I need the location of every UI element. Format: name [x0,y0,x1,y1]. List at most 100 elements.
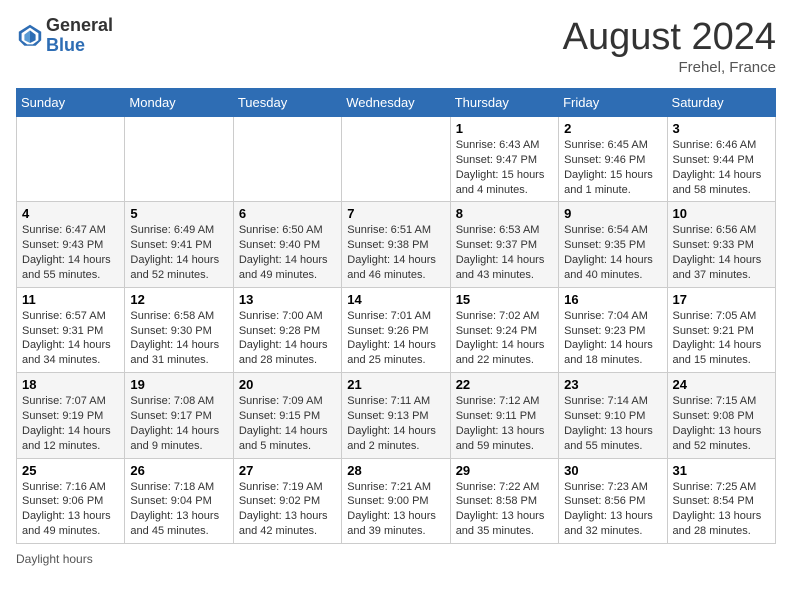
calendar-cell: 24 Sunrise: 7:15 AMSunset: 9:08 PMDayligh… [667,373,775,458]
calendar-week-3: 11Sunrise: 6:57 AMSunset: 9:31 PMDayligh… [17,287,776,372]
calendar-cell: 18Sunrise: 7:07 AMSunset: 9:19 PMDayligh… [17,373,125,458]
day-number: 27 [239,463,336,478]
day-info: Sunrise: 7:05 AMSunset: 9:21 PMDaylight:… [673,309,770,368]
day-number: 25 [22,463,119,478]
day-info: Sunrise: 6:56 AMSunset: 9:33 PMDaylight:… [673,223,770,282]
day-info: Sunrise: 7:19 AMSunset: 9:02 PMDaylight:… [239,480,336,539]
weekday-header-friday: Friday [559,89,667,117]
day-info: Sunrise: 6:47 AMSunset: 9:43 PMDaylight:… [22,223,119,282]
day-info: Sunrise: 7:14 AMSunset: 9:10 PMDaylight:… [564,394,661,453]
day-info: Sunrise: 7:16 AMSunset: 9:06 PMDaylight:… [22,480,119,539]
day-number: 17 [673,292,770,307]
calendar-cell: 19Sunrise: 7:08 AMSunset: 9:17 PMDayligh… [125,373,233,458]
day-number: 9 [564,206,661,221]
day-number: 3 [673,121,770,136]
day-number: 8 [456,206,553,221]
page-header: General Blue August 2024 Frehel, France [16,16,776,76]
weekday-header-wednesday: Wednesday [342,89,450,117]
calendar-cell: 6Sunrise: 6:50 AMSunset: 9:40 PMDaylight… [233,202,341,287]
day-number: 28 [347,463,444,478]
calendar-cell: 13Sunrise: 7:00 AMSunset: 9:28 PMDayligh… [233,287,341,372]
footer: Daylight hours [16,552,776,566]
day-number: 19 [130,377,227,392]
calendar-cell: 8 Sunrise: 6:53 AMSunset: 9:37 PMDaylight… [450,202,558,287]
day-info: Sunrise: 7:11 AMSunset: 9:13 PMDaylight:… [347,394,444,453]
calendar-cell: 31 Sunrise: 7:25 AMSunset: 8:54 PMDayligh… [667,458,775,543]
weekday-header-sunday: Sunday [17,89,125,117]
day-info: Sunrise: 6:46 AMSunset: 9:44 PMDaylight:… [673,138,770,197]
calendar-cell: 26 Sunrise: 7:18 AMSunset: 9:04 PMDayligh… [125,458,233,543]
weekday-header-tuesday: Tuesday [233,89,341,117]
day-number: 21 [347,377,444,392]
calendar-cell: 29 Sunrise: 7:22 AMSunset: 8:58 PMDayligh… [450,458,558,543]
weekday-header-saturday: Saturday [667,89,775,117]
logo-icon [16,22,44,50]
day-info: Sunrise: 6:43 AMSunset: 9:47 PMDaylight:… [456,138,553,197]
calendar-cell: 14Sunrise: 7:01 AMSunset: 9:26 PMDayligh… [342,287,450,372]
day-number: 24 [673,377,770,392]
calendar-cell: 11Sunrise: 6:57 AMSunset: 9:31 PMDayligh… [17,287,125,372]
day-number: 26 [130,463,227,478]
calendar-cell: 9 Sunrise: 6:54 AMSunset: 9:35 PMDaylight… [559,202,667,287]
logo: General Blue [16,16,113,56]
day-info: Sunrise: 6:49 AMSunset: 9:41 PMDaylight:… [130,223,227,282]
weekday-header-row: SundayMondayTuesdayWednesdayThursdayFrid… [17,89,776,117]
day-number: 10 [673,206,770,221]
day-number: 15 [456,292,553,307]
calendar-cell: 21 Sunrise: 7:11 AMSunset: 9:13 PMDayligh… [342,373,450,458]
month-title: August 2024 [563,16,776,59]
day-number: 22 [456,377,553,392]
calendar-cell: 10 Sunrise: 6:56 AMSunset: 9:33 PMDayligh… [667,202,775,287]
calendar-cell: 17 Sunrise: 7:05 AMSunset: 9:21 PMDayligh… [667,287,775,372]
day-number: 23 [564,377,661,392]
day-number: 30 [564,463,661,478]
title-area: August 2024 Frehel, France [563,16,776,76]
calendar-cell: 4 Sunrise: 6:47 AMSunset: 9:43 PMDaylight… [17,202,125,287]
day-info: Sunrise: 6:50 AMSunset: 9:40 PMDaylight:… [239,223,336,282]
daylight-label: Daylight hours [16,552,93,566]
logo-blue-text: Blue [46,36,113,56]
calendar-cell: 30Sunrise: 7:23 AMSunset: 8:56 PMDayligh… [559,458,667,543]
day-number: 2 [564,121,661,136]
calendar-week-2: 4 Sunrise: 6:47 AMSunset: 9:43 PMDaylight… [17,202,776,287]
logo-general-text: General [46,16,113,36]
day-info: Sunrise: 7:12 AMSunset: 9:11 PMDaylight:… [456,394,553,453]
weekday-header-monday: Monday [125,89,233,117]
calendar-table: SundayMondayTuesdayWednesdayThursdayFrid… [16,88,776,544]
calendar-cell: 20Sunrise: 7:09 AMSunset: 9:15 PMDayligh… [233,373,341,458]
calendar-cell [233,117,341,202]
day-info: Sunrise: 7:04 AMSunset: 9:23 PMDaylight:… [564,309,661,368]
day-info: Sunrise: 6:54 AMSunset: 9:35 PMDaylight:… [564,223,661,282]
day-info: Sunrise: 7:15 AMSunset: 9:08 PMDaylight:… [673,394,770,453]
day-info: Sunrise: 7:18 AMSunset: 9:04 PMDaylight:… [130,480,227,539]
day-number: 12 [130,292,227,307]
day-info: Sunrise: 6:53 AMSunset: 9:37 PMDaylight:… [456,223,553,282]
day-number: 11 [22,292,119,307]
day-info: Sunrise: 7:25 AMSunset: 8:54 PMDaylight:… [673,480,770,539]
day-number: 29 [456,463,553,478]
day-info: Sunrise: 6:45 AMSunset: 9:46 PMDaylight:… [564,138,661,197]
day-number: 16 [564,292,661,307]
day-info: Sunrise: 7:02 AMSunset: 9:24 PMDaylight:… [456,309,553,368]
calendar-cell: 15 Sunrise: 7:02 AMSunset: 9:24 PMDayligh… [450,287,558,372]
calendar-cell: 22 Sunrise: 7:12 AMSunset: 9:11 PMDayligh… [450,373,558,458]
calendar-cell: 25 Sunrise: 7:16 AMSunset: 9:06 PMDayligh… [17,458,125,543]
day-number: 13 [239,292,336,307]
day-number: 4 [22,206,119,221]
day-number: 14 [347,292,444,307]
calendar-week-5: 25 Sunrise: 7:16 AMSunset: 9:06 PMDayligh… [17,458,776,543]
day-number: 31 [673,463,770,478]
location-subtitle: Frehel, France [563,59,776,76]
day-number: 18 [22,377,119,392]
calendar-cell: 16 Sunrise: 7:04 AMSunset: 9:23 PMDayligh… [559,287,667,372]
calendar-cell [125,117,233,202]
calendar-cell [342,117,450,202]
day-number: 1 [456,121,553,136]
day-number: 7 [347,206,444,221]
calendar-week-4: 18Sunrise: 7:07 AMSunset: 9:19 PMDayligh… [17,373,776,458]
calendar-cell: 1 Sunrise: 6:43 AMSunset: 9:47 PMDaylight… [450,117,558,202]
calendar-cell: 23 Sunrise: 7:14 AMSunset: 9:10 PMDayligh… [559,373,667,458]
day-number: 20 [239,377,336,392]
day-info: Sunrise: 7:21 AMSunset: 9:00 PMDaylight:… [347,480,444,539]
day-info: Sunrise: 7:22 AMSunset: 8:58 PMDaylight:… [456,480,553,539]
